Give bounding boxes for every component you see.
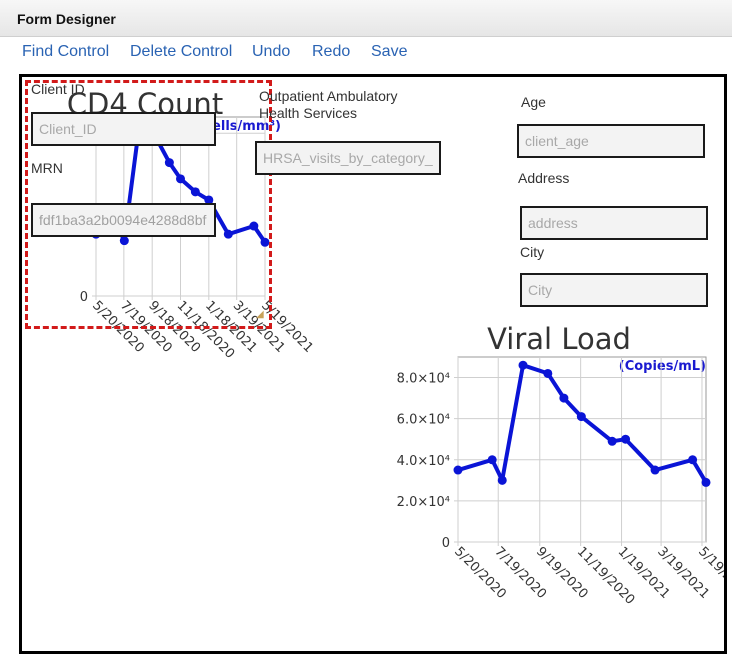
toolbar: Find Control Delete Control Undo Redo Sa… [0,37,732,71]
vl-chart-unit-label: (Copies/mL) [619,359,706,374]
vl-y-tick-label: 6.0×10⁴ [397,413,450,428]
vl-data-point [487,455,497,465]
cd4-data-point [164,158,174,168]
cd4-data-point [260,237,270,247]
vl-data-point [701,477,711,487]
delete-control-button[interactable]: Delete Control [130,43,232,61]
age-label: Age [521,94,546,110]
cd4-data-point [176,174,185,184]
vl-data-point [688,455,698,465]
find-control-button[interactable]: Find Control [22,43,109,61]
cd4-y-tick-label: 0 [80,290,88,305]
cd4-data-point [190,187,200,197]
vl-y-tick-label: 0 [442,536,450,551]
mrn-label: MRN [31,160,63,176]
vl-data-point [559,393,569,403]
viral-load-chart[interactable]: Viral Load (Copies/mL) 0 2.0×10⁴ 4.0×10⁴ 6.… [376,317,727,652]
vl-data-point [576,412,586,422]
city-label: City [520,244,545,260]
vl-data-point [543,368,553,378]
vl-data-point [607,436,617,446]
vl-y-tick-label: 2.0×10⁴ [397,495,450,510]
address-input[interactable] [520,206,708,240]
mrn-input[interactable] [31,203,216,237]
title-bar: Form Designer [0,0,732,37]
resize-handle[interactable]: ◢ [256,310,266,320]
vl-data-point [497,475,507,485]
design-canvas[interactable]: CD4 Count (cells/mm³) 01000 5/20/20207/1… [19,74,727,654]
age-input[interactable] [517,124,705,158]
city-input[interactable] [520,273,708,307]
vl-series-line [457,363,708,484]
vl-plot-frame [457,356,707,543]
client-id-label: Client ID [31,81,85,97]
vl-y-tick-label: 4.0×10⁴ [397,454,450,469]
address-label: Address [518,170,570,186]
save-button[interactable]: Save [371,43,407,61]
vl-data-point [621,434,631,444]
cd4-data-point [223,229,233,239]
vl-y-tick-label: 8.0×10⁴ [397,372,450,387]
cd4-data-point [119,236,129,246]
undo-button[interactable]: Undo [252,43,290,61]
cd4-data-point [249,221,259,231]
hrsa-visits-input[interactable] [255,141,441,175]
redo-button[interactable]: Redo [312,43,350,61]
vl-data-point [650,465,660,475]
vl-chart-title: Viral Load [487,322,631,356]
vl-data-point [518,360,528,370]
client-id-input[interactable] [31,112,216,146]
vl-data-point [453,465,463,475]
window-title: Form Designer [17,11,116,27]
outpatient-services-label: Outpatient Ambulatory Health Services [259,88,398,121]
